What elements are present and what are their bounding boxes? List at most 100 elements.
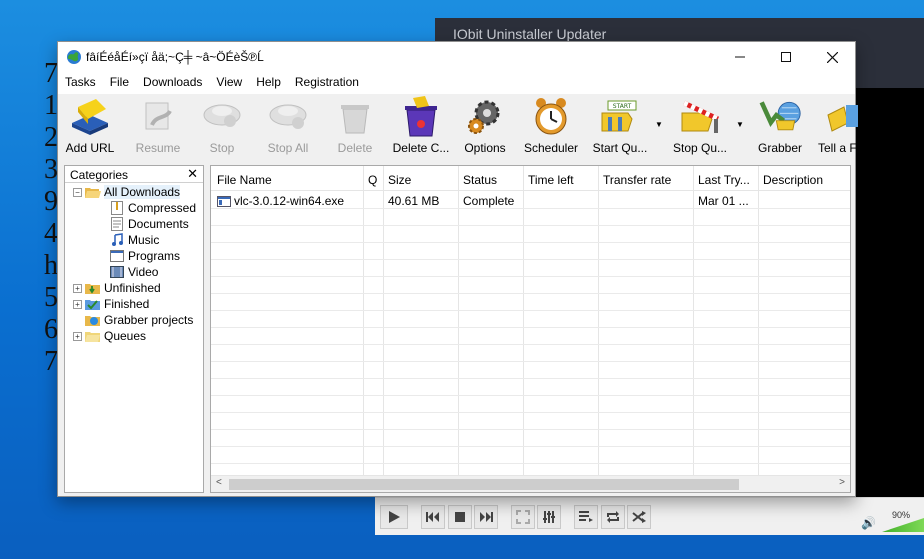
stop-all-label: Stop All (267, 141, 309, 155)
column-description[interactable]: Description (763, 173, 823, 187)
alarm-clock-icon (535, 98, 567, 135)
vlc-volume-slider[interactable] (882, 518, 924, 532)
category-label: Queues (104, 329, 147, 343)
fullscreen-icon (516, 510, 530, 524)
equalizer-icon (543, 511, 555, 523)
tell-a-friend-label: Tell a Fr (818, 141, 858, 155)
speaker-icon[interactable]: 🔊 (861, 516, 876, 530)
gear-icon (468, 100, 500, 134)
menu-view[interactable]: View (209, 72, 249, 94)
category-video[interactable]: Video (109, 264, 158, 280)
zip-file-icon (111, 201, 123, 215)
scroll-right-icon[interactable]: > (839, 477, 845, 488)
column-transfer-rate[interactable]: Transfer rate (603, 173, 671, 187)
stop-all-button[interactable]: Stop All (261, 96, 315, 158)
start-queue-button[interactable]: START Start Qu... (590, 96, 650, 158)
add-url-button[interactable]: Add URL (64, 96, 116, 158)
close-icon (826, 51, 838, 63)
tell-a-friend-button[interactable]: Tell a Fr (818, 96, 858, 158)
stop-queue-button[interactable]: Stop Qu... (670, 96, 730, 158)
menu-file[interactable]: File (103, 72, 136, 94)
window-title: fâíÉéåÉí»çï åä;~Ç╪ ~â~ÖÉèŠ℗Ĺ (86, 50, 264, 64)
category-label: Finished (104, 297, 150, 311)
scheduler-button[interactable]: Scheduler (522, 96, 580, 158)
start-queue-dropdown-icon[interactable]: ▼ (655, 120, 663, 129)
menu-registration[interactable]: Registration (288, 72, 366, 94)
column-separator (758, 166, 759, 492)
column-time-left[interactable]: Time left (528, 173, 574, 187)
category-music[interactable]: Music (109, 232, 159, 248)
vlc-playlist-button[interactable] (574, 505, 598, 529)
category-programs[interactable]: Programs (109, 248, 180, 264)
vlc-shuffle-button[interactable] (627, 505, 651, 529)
expand-icon[interactable]: + (73, 331, 82, 341)
bg-digit: 5 (44, 282, 58, 313)
trash-icon (341, 105, 369, 134)
delete-completed-button[interactable]: Delete C... (392, 96, 450, 158)
close-button[interactable] (809, 42, 855, 72)
bg-digit: 1 (44, 90, 58, 121)
horizontal-scrollbar[interactable]: < > (211, 475, 850, 492)
options-button[interactable]: Options (460, 96, 510, 158)
grid-line (211, 276, 850, 277)
bg-digit: h (44, 250, 58, 281)
menu-tasks[interactable]: Tasks (58, 72, 103, 94)
scroll-left-icon[interactable]: < (216, 477, 222, 488)
expand-icon[interactable]: + (73, 283, 82, 293)
resume-button[interactable]: Resume (132, 96, 184, 158)
globe-app-icon (67, 50, 81, 64)
vlc-extended-settings-button[interactable] (537, 505, 561, 529)
vlc-next-button[interactable] (474, 505, 498, 529)
vlc-control-bar: 🔊 90% (375, 497, 924, 535)
stop-queue-icon (681, 100, 720, 133)
stop-label: Stop (209, 141, 235, 155)
cell-size: 40.61 MB (388, 194, 440, 208)
add-url-icon (72, 99, 108, 135)
expand-icon[interactable]: + (73, 299, 82, 309)
stop-button[interactable]: Stop (198, 96, 246, 158)
scrollbar-thumb[interactable] (229, 479, 739, 490)
vlc-fullscreen-button[interactable] (511, 505, 535, 529)
delete-button[interactable]: Delete (330, 96, 380, 158)
column-size[interactable]: Size (388, 173, 411, 187)
vlc-stop-button[interactable] (448, 505, 472, 529)
delete-completed-label: Delete C... (392, 141, 450, 155)
minimize-button[interactable] (717, 42, 763, 72)
program-window-icon (110, 250, 124, 262)
grid-line (211, 344, 850, 345)
column-separator (523, 166, 524, 492)
stop-queue-dropdown-icon[interactable]: ▼ (736, 120, 744, 129)
category-compressed[interactable]: Compressed (109, 200, 196, 216)
category-finished[interactable]: + Finished (73, 296, 149, 312)
column-separator (598, 166, 599, 492)
category-label: Programs (128, 249, 181, 263)
column-status[interactable]: Status (463, 173, 497, 187)
open-folder-icon (85, 187, 101, 198)
title-bar[interactable]: fâíÉéåÉí»çï åä;~Ç╪ ~â~ÖÉèŠ℗Ĺ (58, 42, 855, 72)
column-file-name[interactable]: File Name (217, 173, 272, 187)
category-all-downloads[interactable]: − All Downloads (73, 184, 181, 200)
menu-bar: Tasks File Downloads View Help Registrat… (58, 72, 855, 94)
menu-downloads[interactable]: Downloads (136, 72, 209, 94)
grabber-button[interactable]: Grabber (752, 96, 808, 158)
vlc-previous-button[interactable] (421, 505, 445, 529)
category-grabber-projects[interactable]: Grabber projects (85, 312, 193, 328)
menu-help[interactable]: Help (249, 72, 288, 94)
vlc-loop-button[interactable] (601, 505, 625, 529)
download-list: File Name Q Size Status Time left Transf… (210, 165, 851, 493)
category-documents[interactable]: Documents (109, 216, 189, 232)
stop-queue-label: Stop Qu... (672, 141, 728, 155)
category-unfinished[interactable]: + Unfinished (73, 280, 161, 296)
maximize-button[interactable] (763, 42, 809, 72)
cell-file-name: vlc-3.0.12-win64.exe (217, 194, 344, 208)
column-q[interactable]: Q (368, 173, 377, 187)
maximize-icon (781, 52, 791, 62)
vlc-play-button[interactable] (380, 505, 408, 529)
column-last-try[interactable]: Last Try... (698, 173, 750, 187)
column-separator (693, 166, 694, 492)
category-queues[interactable]: + Queues (73, 328, 146, 344)
collapse-icon[interactable]: − (73, 187, 82, 197)
category-label: All Downloads (104, 185, 181, 199)
categories-close-icon[interactable]: ✕ (187, 166, 198, 182)
grid-line (211, 378, 850, 379)
